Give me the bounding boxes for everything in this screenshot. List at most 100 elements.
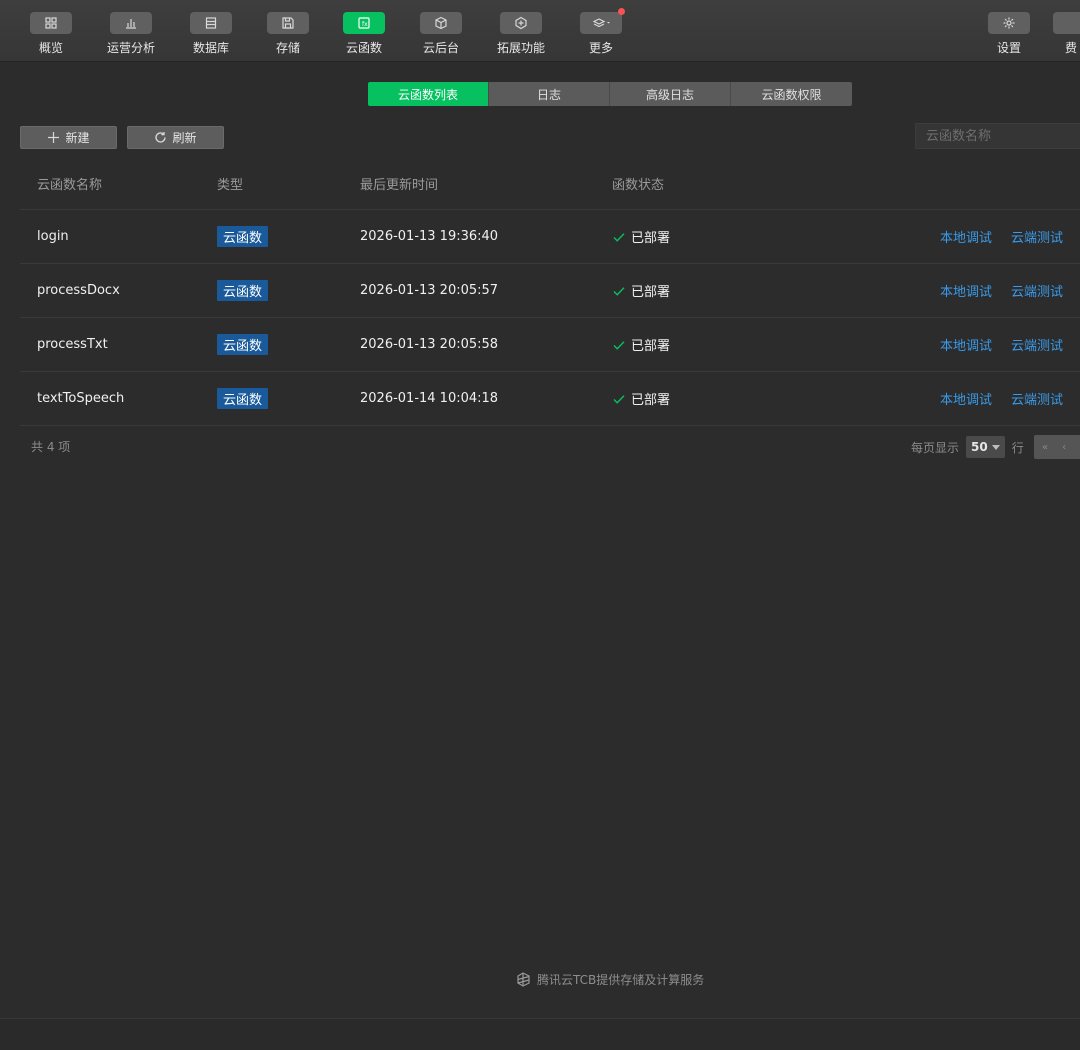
cloud-test-link[interactable]: 云端测试 [1011,389,1063,408]
status-text: 已部署 [631,231,671,246]
type-cell: 云函数 [217,264,269,317]
new-button[interactable]: 新建 [20,126,117,149]
status-cell: 已部署 [612,372,670,425]
local-debug-link[interactable]: 本地调试 [940,281,992,300]
pagination-buttons[interactable]: « ‹ [1034,435,1080,459]
new-button-label: 新建 [65,131,90,145]
status-text: 已部署 [631,285,671,300]
update-time: 2026-01-13 20:05:57 [360,283,499,298]
function-tabs: 云函数列表 日志 高级日志 云函数权限 [368,82,852,106]
header-name: 云函数名称 [37,178,103,193]
toolbar-storage-label: 存储 [275,41,300,55]
tab-function-list[interactable]: 云函数列表 [368,82,489,106]
toolbar-cloud-function[interactable]: fx 云函数 [328,12,400,58]
refresh-button-label: 刷新 [172,131,197,145]
toolbar-cloud-function-label: 云函数 [345,41,382,55]
header-type: 类型 [217,178,244,193]
cloud-test-link[interactable]: 云端测试 [1011,281,1063,300]
extension-icon [500,12,542,34]
header-status: 函数状态 [612,178,665,193]
toolbar-extensions[interactable]: 拓展功能 [485,12,557,58]
tencent-cloud-logo-icon [517,972,530,987]
toolbar-cloud-backend[interactable]: 云后台 [405,12,477,58]
bar-chart-icon [110,12,152,34]
status-cell: 已部署 [612,318,670,371]
first-page-icon: « [1042,441,1049,453]
check-icon [613,394,625,404]
toolbar-settings-label: 设置 [996,41,1021,55]
update-time: 2026-01-13 20:05:58 [360,337,499,352]
status-cell: 已部署 [612,210,670,263]
tab-function-permissions[interactable]: 云函数权限 [731,82,852,106]
table-row: login 云函数 2026-01-13 19:36:40 已部署 本地调试 云… [20,210,1080,264]
page-size-value: 50 [971,440,988,454]
toolbar-settings[interactable]: 设置 [973,12,1045,58]
type-cell: 云函数 [217,318,269,371]
plus-icon [48,132,60,143]
per-page-prefix: 每页显示 [911,440,960,455]
check-icon [613,286,625,296]
function-icon: fx [343,12,385,34]
local-debug-link[interactable]: 本地调试 [940,335,992,354]
refresh-icon [155,132,167,143]
gear-icon [988,12,1030,34]
type-badge: 云函数 [217,226,269,247]
check-icon [613,232,625,242]
grid-icon [30,12,72,34]
type-cell: 云函数 [217,210,269,263]
status-cell: 已部署 [612,264,670,317]
table-row: processDocx 云函数 2026-01-13 20:05:57 已部署 … [20,264,1080,318]
function-name: processDocx [37,283,120,298]
cloud-test-link[interactable]: 云端测试 [1011,227,1063,246]
tab-logs[interactable]: 日志 [489,82,610,106]
toolbar-billing[interactable]: 费 [1053,12,1080,58]
table-header: 云函数名称 类型 最后更新时间 函数状态 [20,158,1080,210]
tab-advanced-logs[interactable]: 高级日志 [610,82,731,106]
toolbar-more-label: 更多 [588,41,613,55]
type-badge: 云函数 [217,280,269,301]
local-debug-link[interactable]: 本地调试 [940,389,992,408]
function-name: textToSpeech [37,391,125,406]
toolbar-database-label: 数据库 [192,41,229,55]
tcb-brand: 腾讯云TCB提供存储及计算服务 [515,971,704,988]
per-page-suffix: 行 [1011,440,1024,455]
table-row: textToSpeech 云函数 2026-01-14 10:04:18 已部署… [20,372,1080,426]
top-toolbar: 概览 运营分析 数据库 存储 fx 云函数 云后台 拓展功能 更多 设置 费 [0,0,1080,62]
update-time: 2026-01-13 19:36:40 [360,229,499,244]
toolbar-analytics[interactable]: 运营分析 [95,12,167,58]
brand-text: 腾讯云TCB提供存储及计算服务 [537,973,705,987]
local-debug-link[interactable]: 本地调试 [940,227,992,246]
table-row: processTxt 云函数 2026-01-13 20:05:58 已部署 本… [20,318,1080,372]
page-size-control: 每页显示 50 行 [911,436,1024,458]
page-size-select[interactable]: 50 [966,436,1005,458]
database-icon [190,12,232,34]
search-input[interactable] [915,123,1080,149]
row-actions: 本地调试 云端测试 [940,264,1063,317]
status-bar [0,1018,1080,1050]
total-count: 共 4 项 [31,440,71,454]
notification-dot [618,8,625,15]
toolbar-extensions-label: 拓展功能 [496,41,545,55]
cloud-test-link[interactable]: 云端测试 [1011,335,1063,354]
svg-text:fx: fx [362,21,368,28]
cube-icon [420,12,462,34]
type-badge: 云函数 [217,388,269,409]
header-time: 最后更新时间 [360,178,439,193]
toolbar-billing-label: 费 [1065,41,1078,55]
refresh-button[interactable]: 刷新 [127,126,224,149]
row-actions: 本地调试 云端测试 [940,372,1063,425]
toolbar-database[interactable]: 数据库 [175,12,247,58]
toolbar-overview[interactable]: 概览 [15,12,87,58]
storage-icon [267,12,309,34]
toolbar-storage[interactable]: 存储 [252,12,324,58]
layers-icon [580,8,625,34]
row-actions: 本地调试 云端测试 [940,318,1063,371]
toolbar-overview-label: 概览 [38,41,63,55]
type-cell: 云函数 [217,372,269,425]
billing-icon [1053,12,1080,34]
status-text: 已部署 [631,393,671,408]
toolbar-cloud-backend-label: 云后台 [422,41,459,55]
function-name: processTxt [37,337,108,352]
toolbar-more[interactable]: 更多 [565,8,637,58]
prev-page-icon: ‹ [1062,441,1067,453]
